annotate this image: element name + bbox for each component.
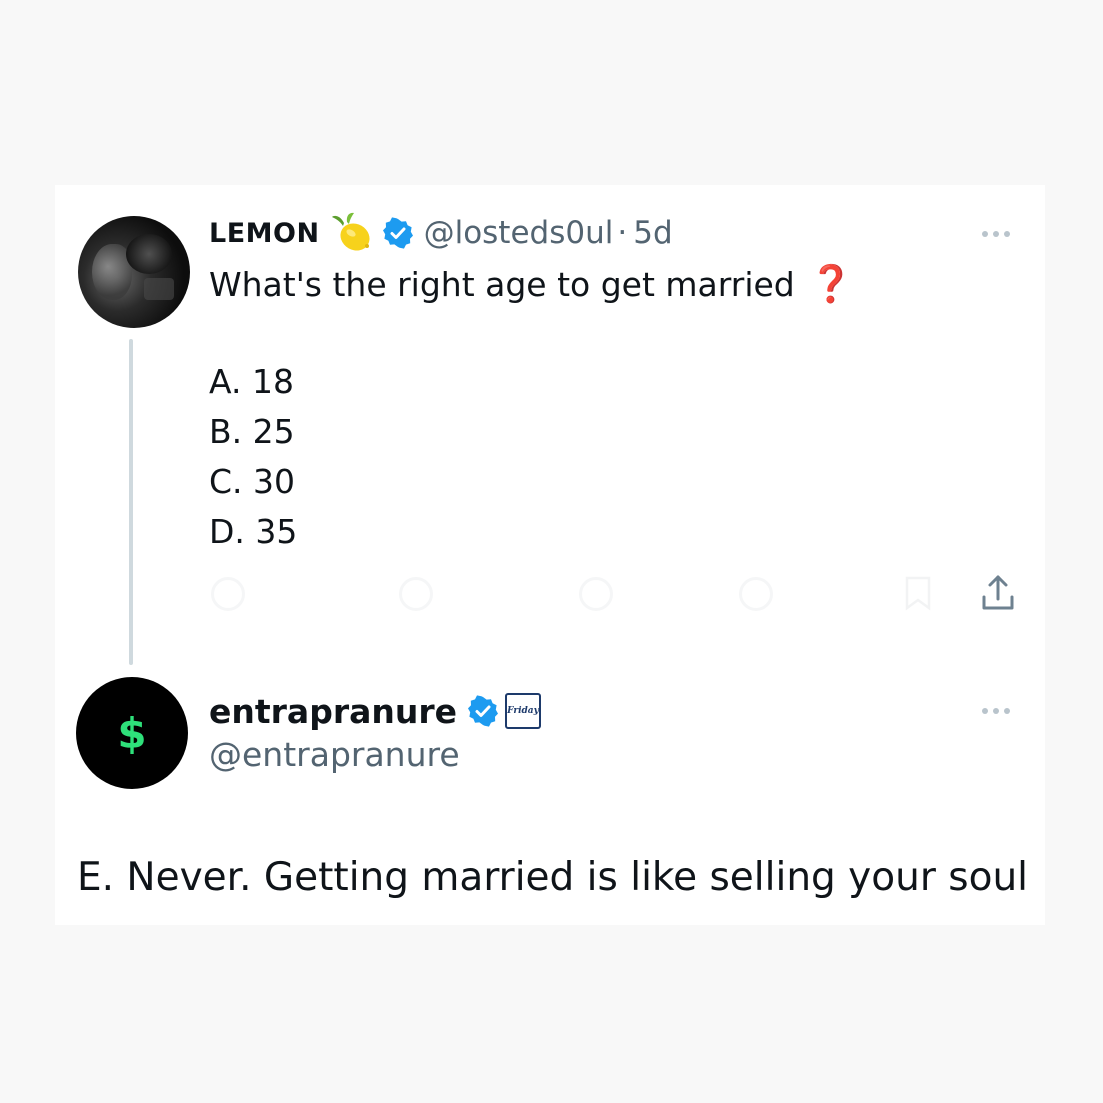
- question-mark-emoji: ❓: [808, 264, 854, 305]
- tweet-header: LEMON @losteds0ul · 5d: [209, 212, 673, 253]
- reply-text: E. Never. Getting married is like sellin…: [77, 855, 1029, 900]
- separator-dot: ·: [617, 215, 628, 251]
- option-d: D. 35: [209, 512, 298, 551]
- user-handle[interactable]: @losteds0ul: [424, 215, 614, 251]
- option-a: A. 18: [209, 362, 294, 401]
- avatar-photo-detail: [126, 234, 172, 274]
- share-icon[interactable]: [979, 573, 1017, 613]
- timestamp[interactable]: 5d: [633, 215, 672, 251]
- thread-connector-line: [129, 339, 133, 665]
- views-icon[interactable]: [739, 577, 773, 611]
- more-options-icon[interactable]: [982, 708, 1010, 714]
- bookmark-icon[interactable]: [903, 575, 933, 611]
- tweet-question: What's the right age to get married: [209, 264, 795, 304]
- verified-badge-icon: [468, 695, 498, 727]
- display-name[interactable]: entrapranure: [209, 692, 457, 731]
- more-options-icon[interactable]: [982, 231, 1010, 237]
- retweet-icon[interactable]: [399, 577, 433, 611]
- option-c: C. 30: [209, 462, 296, 501]
- lemon-icon: [331, 212, 370, 251]
- like-icon[interactable]: [579, 577, 613, 611]
- reply-header: entrapranure Friday: [209, 690, 541, 732]
- tweet-action-bar: [209, 573, 1019, 613]
- avatar[interactable]: [78, 216, 190, 328]
- tweet-thread-card: LEMON @losteds0ul · 5d What's the right …: [55, 185, 1045, 925]
- affiliate-badge-icon[interactable]: Friday: [505, 693, 541, 729]
- verified-badge-icon: [382, 217, 413, 249]
- option-b: B. 25: [209, 412, 295, 451]
- display-name[interactable]: LEMON: [209, 218, 320, 249]
- answer-options: A. 18 B. 25 C. 30 D. 35: [209, 357, 297, 557]
- tweet-text: What's the right age to get married ❓: [209, 263, 854, 305]
- dollar-sign-icon: $: [117, 708, 147, 758]
- avatar-photo-detail: [144, 278, 174, 300]
- avatar[interactable]: $: [76, 677, 188, 789]
- affiliate-badge-label: Friday: [507, 705, 539, 716]
- reply-icon[interactable]: [211, 577, 245, 611]
- user-handle[interactable]: @entrapranure: [209, 735, 460, 774]
